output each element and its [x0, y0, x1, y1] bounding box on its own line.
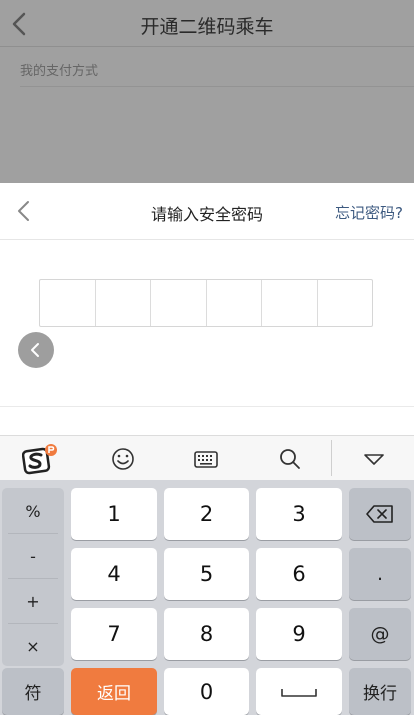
chevron-left-icon — [31, 343, 39, 357]
password-sheet: 请输入安全密码 忘记密码? — [0, 183, 414, 435]
key-0[interactable]: 0 — [164, 668, 249, 715]
symbol-column: % - + × — [2, 488, 64, 666]
divider — [0, 406, 414, 407]
key-4[interactable]: 4 — [71, 548, 157, 600]
key-1[interactable]: 1 — [71, 488, 157, 540]
page-title: 开通二维码乘车 — [140, 16, 274, 38]
keyboard-icon[interactable] — [190, 443, 222, 475]
key-7[interactable]: 7 — [71, 608, 157, 660]
backspace-key[interactable] — [349, 488, 411, 540]
search-icon[interactable] — [274, 443, 306, 475]
emoji-icon[interactable] — [107, 443, 139, 475]
symbol-key[interactable]: 符 — [2, 668, 64, 715]
key-3[interactable]: 3 — [256, 488, 342, 540]
minus-key[interactable]: - — [2, 534, 64, 578]
background-page: 开通二维码乘车 我的支付方式 — [0, 0, 414, 183]
floating-back-button[interactable] — [18, 332, 54, 368]
pin-digit-box[interactable] — [262, 280, 318, 326]
password-input[interactable] — [39, 279, 373, 327]
key-8[interactable]: 8 — [164, 608, 249, 660]
keyboard-toolbar — [0, 435, 414, 480]
forgot-password-link[interactable]: 忘记密码? — [335, 202, 403, 223]
key-9[interactable]: 9 — [256, 608, 342, 660]
key-6[interactable]: 6 — [256, 548, 342, 600]
backspace-icon — [366, 505, 393, 523]
collapse-keyboard-icon[interactable] — [358, 443, 390, 475]
enter-key[interactable]: 换行 — [349, 668, 411, 715]
pin-digit-box[interactable] — [151, 280, 207, 326]
toolbar-divider — [331, 440, 332, 476]
divider — [0, 239, 414, 240]
pin-digit-box[interactable] — [40, 280, 96, 326]
multiply-key[interactable]: × — [2, 624, 64, 668]
divider — [0, 46, 414, 47]
pin-digit-box[interactable] — [318, 280, 373, 326]
back-key[interactable]: 返回 — [71, 668, 157, 715]
percent-key[interactable]: % — [2, 489, 64, 533]
plus-key[interactable]: + — [2, 579, 64, 623]
key-5[interactable]: 5 — [164, 548, 249, 600]
divider — [20, 86, 414, 87]
space-icon — [281, 688, 317, 697]
space-key[interactable] — [256, 668, 342, 715]
dot-key[interactable]: . — [349, 548, 411, 600]
key-2[interactable]: 2 — [164, 488, 249, 540]
at-key[interactable]: @ — [349, 608, 411, 660]
pin-digit-box[interactable] — [207, 280, 262, 326]
pin-digit-box[interactable] — [96, 280, 151, 326]
numeric-keyboard: % - + × 1 2 3 4 5 6 7 8 9 . @ 符 返回 0 换行 — [0, 480, 414, 715]
payment-methods-label: 我的支付方式 — [20, 64, 99, 79]
sogou-logo-icon[interactable] — [21, 443, 57, 475]
